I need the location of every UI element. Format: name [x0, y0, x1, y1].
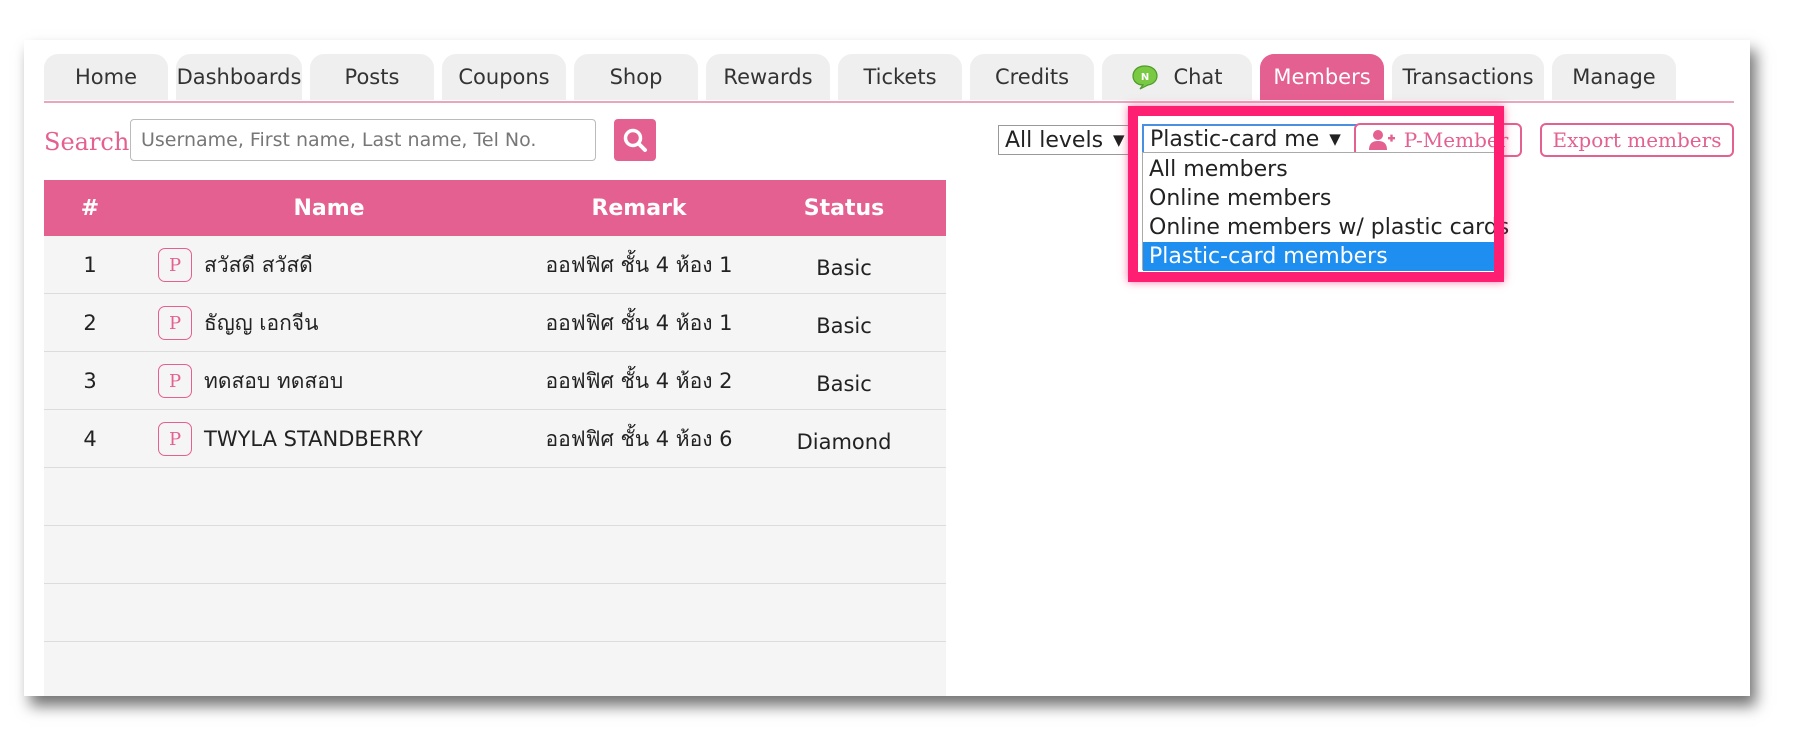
row-name: สวัสดี สวัสดี [204, 252, 313, 277]
tab-home[interactable]: Home [44, 54, 168, 100]
plastic-card-badge: P [158, 364, 192, 398]
tab-posts[interactable]: Posts [310, 54, 434, 100]
empty-row [44, 526, 946, 584]
header-name: Name [293, 195, 365, 221]
tab-label: Dashboards [176, 65, 302, 89]
tab-label: Transactions [1402, 65, 1534, 89]
tab-manage[interactable]: Manage [1552, 54, 1676, 100]
option-plastic-card-members[interactable]: Plastic-card members [1143, 242, 1495, 271]
row-status: Basic [816, 372, 872, 396]
tab-rewards[interactable]: Rewards [706, 54, 830, 100]
search-label: Search [44, 128, 130, 156]
option-all-members[interactable]: All members [1143, 155, 1495, 184]
search-icon [623, 128, 647, 152]
plastic-card-badge: P [158, 248, 192, 282]
row-status: Diamond [796, 430, 892, 454]
tab-transactions[interactable]: Transactions [1392, 54, 1544, 100]
row-remark: ออฟฟิศ ชั้น 4 ห้อง 1 [545, 252, 733, 277]
svg-text:N: N [1141, 72, 1149, 83]
table-row[interactable]: 1 P สวัสดี สวัสดี ออฟฟิศ ชั้น 4 ห้อง 1 B… [44, 236, 946, 294]
tab-label: Chat [1173, 65, 1223, 89]
row-number: 4 [83, 427, 97, 451]
search-button[interactable] [614, 119, 656, 161]
member-type-select[interactable]: Plastic-card me ▼ [1142, 124, 1362, 154]
tab-label: Coupons [458, 65, 550, 89]
tab-label: Tickets [863, 65, 937, 89]
tab-label: Members [1273, 65, 1371, 89]
row-name: TWYLA STANDBERRY [204, 427, 423, 451]
row-status: Basic [816, 314, 872, 338]
row-number: 2 [83, 311, 97, 335]
row-name-cell: P ธัญญ เอกจีน [158, 294, 478, 352]
row-remark: ออฟฟิศ ชั้น 4 ห้อง 6 [545, 426, 733, 451]
row-remark: ออฟฟิศ ชั้น 4 ห้อง 2 [545, 368, 733, 393]
row-name: ธัญญ เอกจีน [204, 310, 319, 335]
header-remark: Remark [591, 195, 687, 221]
tab-label: Home [74, 65, 137, 89]
row-name-cell: P ทดสอบ ทดสอบ [158, 352, 478, 410]
tab-label: Manage [1572, 65, 1656, 89]
table-row[interactable]: 4 P TWYLA STANDBERRY ออฟฟิศ ชั้น 4 ห้อง … [44, 410, 946, 468]
table-header: # Name Remark Status [44, 180, 946, 236]
export-members-label: Export members [1552, 128, 1722, 152]
caret-down-icon: ▼ [1329, 130, 1341, 148]
tab-tickets[interactable]: Tickets [838, 54, 962, 100]
plastic-card-badge: P [158, 306, 192, 340]
member-type-dropdown-list: All members Online members Online member… [1142, 152, 1509, 271]
row-number: 1 [83, 253, 97, 277]
main-tabs: Home Dashboards Posts Coupons Shop Rewar… [44, 54, 1734, 103]
empty-row [44, 584, 946, 642]
option-online-members[interactable]: Online members [1143, 184, 1495, 213]
tab-label: Posts [344, 65, 400, 89]
tab-coupons[interactable]: Coupons [442, 54, 566, 100]
member-type-select-value: Plastic-card me [1150, 126, 1320, 152]
table-row[interactable]: 3 P ทดสอบ ทดสอบ ออฟฟิศ ชั้น 4 ห้อง 2 Bas… [44, 352, 946, 410]
row-name-cell: P TWYLA STANDBERRY [158, 410, 478, 468]
caret-down-icon: ▼ [1113, 131, 1125, 149]
chat-icon: N [1132, 65, 1159, 90]
plastic-card-badge: P [158, 422, 192, 456]
row-status: Basic [816, 256, 872, 280]
tab-dashboards[interactable]: Dashboards [176, 54, 302, 100]
empty-row [44, 468, 946, 526]
app-panel: Home Dashboards Posts Coupons Shop Rewar… [24, 40, 1750, 696]
export-members-button[interactable]: Export members [1540, 123, 1734, 157]
search-input[interactable] [130, 119, 596, 161]
p-member-label: P-Member [1403, 128, 1509, 152]
members-table: # Name Remark Status 1 P สวัสดี สวัสดี อ… [44, 180, 946, 696]
tab-label: Rewards [723, 65, 813, 89]
table-row[interactable]: 2 P ธัญญ เอกจีน ออฟฟิศ ชั้น 4 ห้อง 1 Bas… [44, 294, 946, 352]
tab-members[interactable]: Members [1260, 54, 1384, 100]
row-number: 3 [83, 369, 97, 393]
header-status: Status [803, 195, 885, 221]
row-remark: ออฟฟิศ ชั้น 4 ห้อง 1 [545, 310, 733, 335]
tab-credits[interactable]: Credits [970, 54, 1094, 100]
header-number: # [80, 195, 100, 221]
tab-label: Shop [609, 65, 663, 89]
row-name-cell: P สวัสดี สวัสดี [158, 236, 478, 294]
tab-chat[interactable]: N Chat [1102, 54, 1252, 100]
option-online-members-plastic-cards[interactable]: Online members w/ plastic cards [1143, 213, 1509, 242]
level-select[interactable]: All levels ▼ [998, 125, 1132, 155]
level-select-value: All levels [1005, 127, 1104, 153]
row-name: ทดสอบ ทดสอบ [204, 368, 344, 393]
tab-label: Credits [994, 65, 1070, 89]
add-user-icon [1368, 130, 1395, 150]
tab-shop[interactable]: Shop [574, 54, 698, 100]
